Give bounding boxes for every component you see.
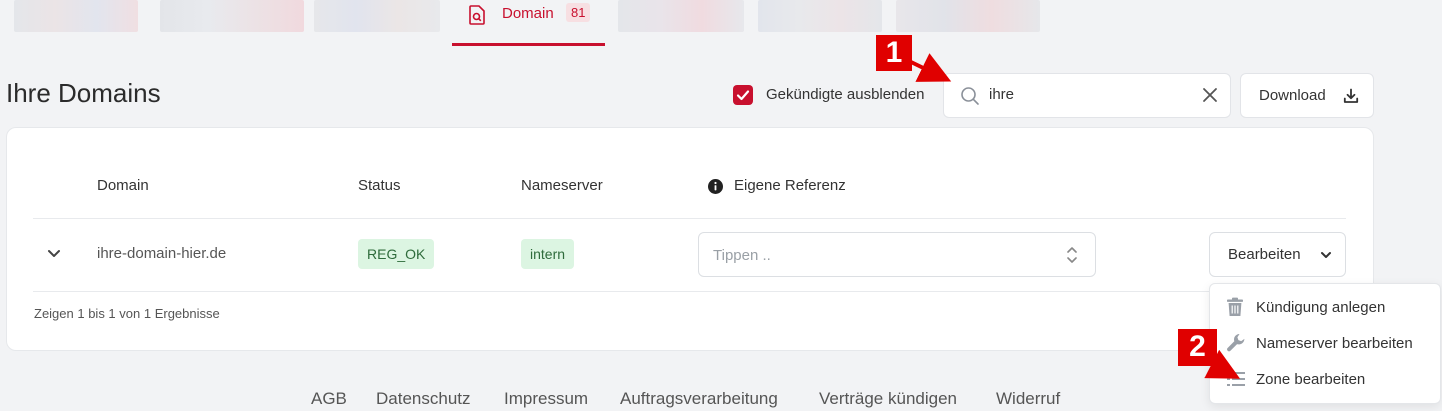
top-navigation: Domain 81: [0, 0, 1442, 46]
clear-search-icon[interactable]: [1202, 87, 1218, 103]
menu-item-edit-nameserver[interactable]: Nameserver bearbeiten: [1210, 327, 1442, 361]
menu-item-label: Zone bearbeiten: [1256, 371, 1366, 388]
status-badge: REG_OK: [358, 239, 435, 269]
reference-select[interactable]: Tippen ..: [698, 232, 1096, 277]
tab-domain[interactable]: Domain 81: [452, 0, 605, 46]
trash-icon: [1227, 297, 1243, 316]
expand-row-chevron-icon[interactable]: [46, 248, 62, 260]
domain-name-cell[interactable]: ihre-domain-hier.de: [97, 245, 226, 262]
blurred-nav-item[interactable]: [896, 0, 1040, 32]
column-header-reference[interactable]: Eigene Referenz: [734, 177, 846, 194]
download-button[interactable]: Download: [1240, 73, 1374, 118]
domain-search-icon: [469, 5, 485, 25]
blurred-nav-item[interactable]: [618, 0, 744, 32]
column-header-domain[interactable]: Domain: [97, 177, 149, 194]
wrench-icon: [1227, 334, 1245, 352]
search-icon: [961, 87, 979, 105]
menu-item-label: Nameserver bearbeiten: [1256, 335, 1413, 352]
tab-domain-count-badge: 81: [566, 3, 591, 22]
edit-dropdown-button[interactable]: Bearbeiten: [1209, 232, 1346, 277]
chevron-down-icon: [1321, 252, 1331, 258]
footer-link-impressum[interactable]: Impressum: [504, 389, 588, 409]
footer-link-auftragsverarbeitung[interactable]: Auftragsverarbeitung: [620, 389, 778, 409]
download-button-label: Download: [1259, 87, 1326, 104]
reference-placeholder: Tippen ..: [713, 247, 771, 264]
blurred-nav-item[interactable]: [758, 0, 882, 32]
search-input[interactable]: [989, 86, 1189, 103]
tab-domain-label: Domain: [502, 5, 554, 22]
footer-link-agb[interactable]: AGB: [311, 389, 347, 409]
blurred-nav-item[interactable]: [314, 0, 440, 32]
column-header-status[interactable]: Status: [358, 177, 401, 194]
menu-item-edit-zone[interactable]: Zone bearbeiten: [1210, 363, 1442, 397]
nameserver-badge: intern: [521, 239, 575, 269]
download-icon: [1343, 88, 1359, 103]
list-icon: [1227, 372, 1245, 386]
annotation-arrow-1: [910, 53, 952, 82]
blurred-nav-item[interactable]: [160, 0, 304, 32]
footer-link-datenschutz[interactable]: Datenschutz: [376, 389, 471, 409]
menu-item-create-cancellation[interactable]: Kündigung anlegen: [1210, 291, 1442, 325]
divider: [33, 218, 1346, 219]
column-header-nameserver[interactable]: Nameserver: [521, 177, 603, 194]
annotation-step-1: 1: [876, 35, 912, 71]
edit-dropdown-menu: Kündigung anlegen Nameserver bearbeiten …: [1209, 283, 1441, 404]
hide-cancelled-checkbox[interactable]: [733, 85, 753, 105]
hide-cancelled-label[interactable]: Gekündigte ausblenden: [766, 86, 924, 103]
footer-link-vertraege-kuendigen[interactable]: Verträge kündigen: [819, 389, 957, 409]
search-field[interactable]: [943, 73, 1231, 118]
page-title: Ihre Domains: [6, 78, 161, 108]
info-icon[interactable]: [708, 179, 723, 194]
edit-button-label: Bearbeiten: [1228, 246, 1301, 263]
footer-link-widerruf[interactable]: Widerruf: [996, 389, 1060, 409]
annotation-step-2: 2: [1178, 329, 1217, 366]
results-summary: Zeigen 1 bis 1 von 1 Ergebnisse: [34, 306, 220, 321]
divider: [33, 291, 1346, 292]
menu-item-label: Kündigung anlegen: [1256, 299, 1386, 316]
sort-updown-icon: [1067, 247, 1077, 263]
blurred-nav-item[interactable]: [14, 0, 138, 32]
checkmark-icon: [736, 90, 750, 101]
